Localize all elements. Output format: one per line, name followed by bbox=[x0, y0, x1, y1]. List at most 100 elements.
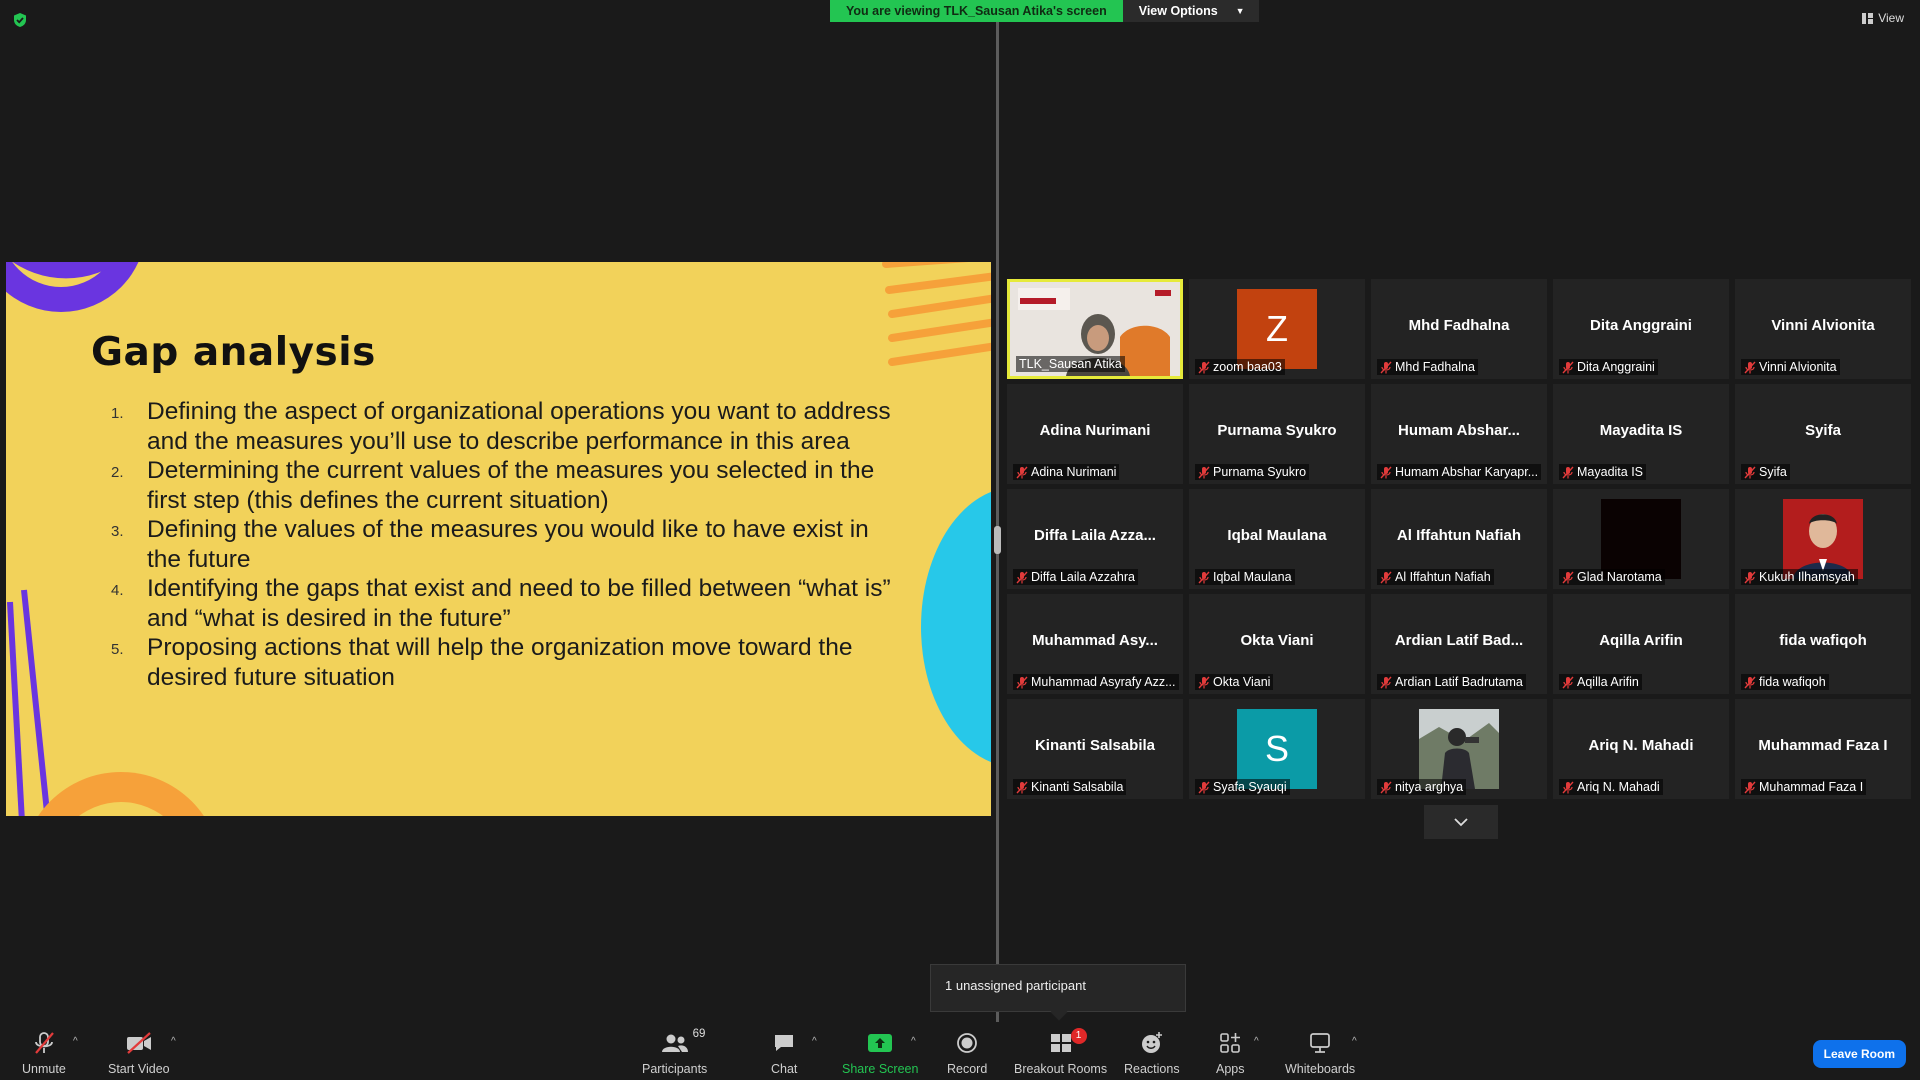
microphone-muted-icon bbox=[1016, 676, 1028, 688]
participant-tile[interactable]: Kinanti Salsabila Kinanti Salsabila bbox=[1007, 699, 1183, 799]
participant-tile[interactable]: Vinni Alvionita Vinni Alvionita bbox=[1735, 279, 1911, 379]
participant-display-name: Mayadita IS bbox=[1599, 422, 1683, 439]
participant-tile[interactable]: Glad Narotama bbox=[1553, 489, 1729, 589]
view-options-dropdown[interactable]: View Options ▼ bbox=[1122, 0, 1259, 22]
view-mode-button[interactable]: View bbox=[1862, 11, 1904, 25]
participant-tile[interactable]: Ariq N. Mahadi Ariq N. Mahadi bbox=[1553, 699, 1729, 799]
list-text: Proposing actions that will help the org… bbox=[147, 634, 853, 691]
unmute-button[interactable]: Unmute bbox=[22, 1030, 66, 1076]
leave-room-button[interactable]: Leave Room bbox=[1812, 1040, 1906, 1068]
participant-tile[interactable]: Al Iffahtun Nafiah Al Iffahtun Nafiah bbox=[1371, 489, 1547, 589]
breakout-rooms-button[interactable]: 1 Breakout Rooms bbox=[1014, 1028, 1107, 1076]
apps-button[interactable]: Apps bbox=[1216, 1030, 1245, 1076]
whiteboards-button[interactable]: Whiteboards bbox=[1285, 1030, 1355, 1076]
participant-name: Syifa bbox=[1759, 465, 1787, 479]
security-shield-icon[interactable] bbox=[12, 12, 28, 28]
participant-name-label: Syifa bbox=[1741, 464, 1790, 480]
avatar-letter: S bbox=[1264, 728, 1289, 769]
whiteboard-icon bbox=[1310, 1033, 1330, 1053]
split-view-drag-handle[interactable] bbox=[994, 526, 1001, 554]
participant-tile[interactable]: Aqilla Arifin Aqilla Arifin bbox=[1553, 594, 1729, 694]
screen-share-banner: You are viewing TLK_Sausan Atika's scree… bbox=[830, 0, 1259, 22]
share-screen-button[interactable]: Share Screen bbox=[842, 1030, 918, 1076]
participant-tile[interactable]: Iqbal Maulana Iqbal Maulana bbox=[1189, 489, 1365, 589]
participant-name-label: Glad Narotama bbox=[1559, 569, 1665, 585]
whiteboards-label: Whiteboards bbox=[1285, 1062, 1356, 1076]
participant-tile[interactable]: Zzoom baa03 bbox=[1189, 279, 1365, 379]
chevron-down-icon: ▼ bbox=[1235, 6, 1245, 16]
record-button[interactable]: Record bbox=[947, 1030, 987, 1076]
participant-name: nitya arghya bbox=[1395, 780, 1464, 794]
participant-tile[interactable]: Purnama Syukro Purnama Syukro bbox=[1189, 384, 1365, 484]
participant-tile[interactable]: Dita Anggraini Dita Anggraini bbox=[1553, 279, 1729, 379]
microphone-muted-icon bbox=[1016, 466, 1028, 478]
participant-name-label: Syafa Syauqi bbox=[1195, 779, 1290, 795]
participants-button[interactable]: 69 Participants bbox=[642, 1028, 707, 1076]
participant-tile[interactable]: S Syafa Syauqi bbox=[1189, 699, 1365, 799]
start-video-button[interactable]: Start Video bbox=[108, 1030, 170, 1076]
participant-name: Adina Nurimani bbox=[1031, 465, 1117, 479]
chat-bubble-icon bbox=[775, 1035, 794, 1051]
microphone-muted-icon bbox=[1380, 466, 1392, 478]
microphone-muted-icon bbox=[1198, 676, 1210, 688]
participant-tile[interactable]: Syifa Syifa bbox=[1735, 384, 1911, 484]
microphone-muted-icon bbox=[1016, 571, 1028, 583]
participant-tile[interactable]: Diffa Laila Azza... Diffa Laila Azzahra bbox=[1007, 489, 1183, 589]
participant-name: Diffa Laila Azzahra bbox=[1031, 570, 1135, 584]
participant-name-label: Ariq N. Mahadi bbox=[1559, 779, 1663, 795]
participant-tile[interactable]: Mhd Fadhalna Mhd Fadhalna bbox=[1371, 279, 1547, 379]
reactions-label: Reactions bbox=[1124, 1062, 1180, 1076]
participant-name: Kinanti Salsabila bbox=[1031, 780, 1124, 794]
participant-name-label: Al Iffahtun Nafiah bbox=[1377, 569, 1494, 585]
chat-options-caret[interactable]: ^ bbox=[812, 1036, 817, 1047]
record-label: Record bbox=[947, 1062, 988, 1076]
participant-display-name: Muhammad Faza I bbox=[1758, 737, 1888, 754]
participant-display-name: Diffa Laila Azza... bbox=[1034, 527, 1156, 544]
participant-display-name: Iqbal Maulana bbox=[1227, 527, 1327, 544]
participant-name-label: Purnama Syukro bbox=[1195, 464, 1310, 480]
participant-name: Muhammad Faza I bbox=[1759, 780, 1864, 794]
participant-tile[interactable]: Ardian Latif Bad... Ardian Latif Badrutam… bbox=[1371, 594, 1547, 694]
participant-name: Dita Anggraini bbox=[1577, 360, 1655, 374]
participant-name-label: Diffa Laila Azzahra bbox=[1013, 569, 1138, 585]
apps-options-caret[interactable]: ^ bbox=[1254, 1036, 1259, 1047]
gallery-next-page-button[interactable] bbox=[1424, 805, 1498, 839]
microphone-muted-icon bbox=[34, 1032, 54, 1054]
chat-button[interactable]: Chat bbox=[771, 1030, 797, 1076]
participant-tile[interactable]: nitya arghya bbox=[1371, 699, 1547, 799]
participant-avatar: S bbox=[1237, 709, 1317, 789]
participant-display-name: Mhd Fadhalna bbox=[1408, 317, 1510, 334]
participant-tile[interactable]: Adina Nurimani Adina Nurimani bbox=[1007, 384, 1183, 484]
participant-name: TLK_Sausan Atika bbox=[1019, 357, 1122, 371]
participant-name: Aqilla Arifin bbox=[1577, 675, 1639, 689]
participant-name: Vinni Alvionita bbox=[1759, 360, 1837, 374]
participant-name-label: Iqbal Maulana bbox=[1195, 569, 1295, 585]
participant-tile[interactable]: fida wafiqoh fida wafiqoh bbox=[1735, 594, 1911, 694]
audio-options-caret[interactable]: ^ bbox=[73, 1036, 78, 1047]
whiteboards-options-caret[interactable]: ^ bbox=[1352, 1036, 1357, 1047]
participant-name-label: Adina Nurimani bbox=[1013, 464, 1120, 480]
participant-tile[interactable]: TLK_Sausan Atika bbox=[1007, 279, 1183, 379]
split-view-divider[interactable] bbox=[996, 22, 999, 1022]
share-screen-arrow-icon bbox=[868, 1034, 893, 1052]
apps-icon bbox=[1220, 1033, 1241, 1053]
list-number: 4. bbox=[111, 582, 124, 599]
participant-avatar bbox=[1601, 499, 1681, 579]
participant-tile[interactable]: Kukuh Ilhamsyah bbox=[1735, 489, 1911, 589]
participants-icon bbox=[661, 1034, 688, 1052]
smiley-add-icon bbox=[1141, 1032, 1162, 1053]
participant-tile[interactable]: Muhammad Asy... Muhammad Asyrafy Azz... bbox=[1007, 594, 1183, 694]
participant-name: Ardian Latif Badrutama bbox=[1395, 675, 1523, 689]
participants-count: 69 bbox=[692, 1028, 706, 1040]
share-options-caret[interactable]: ^ bbox=[911, 1036, 916, 1047]
participant-tile[interactable]: Mayadita IS Mayadita IS bbox=[1553, 384, 1729, 484]
video-options-caret[interactable]: ^ bbox=[171, 1036, 176, 1047]
participant-tile[interactable]: Muhammad Faza I Muhammad Faza I bbox=[1735, 699, 1911, 799]
reactions-button[interactable]: Reactions bbox=[1124, 1030, 1180, 1076]
participant-tile[interactable]: Okta Viani Okta Viani bbox=[1189, 594, 1365, 694]
participant-tile[interactable]: Humam Abshar... Humam Abshar Karyapr... bbox=[1371, 384, 1547, 484]
slide-list: 1. Defining the aspect of organizational … bbox=[111, 397, 891, 692]
participant-display-name: Humam Abshar... bbox=[1398, 422, 1520, 439]
participant-display-name: Dita Anggraini bbox=[1590, 317, 1692, 334]
participant-name: Ariq N. Mahadi bbox=[1577, 780, 1660, 794]
